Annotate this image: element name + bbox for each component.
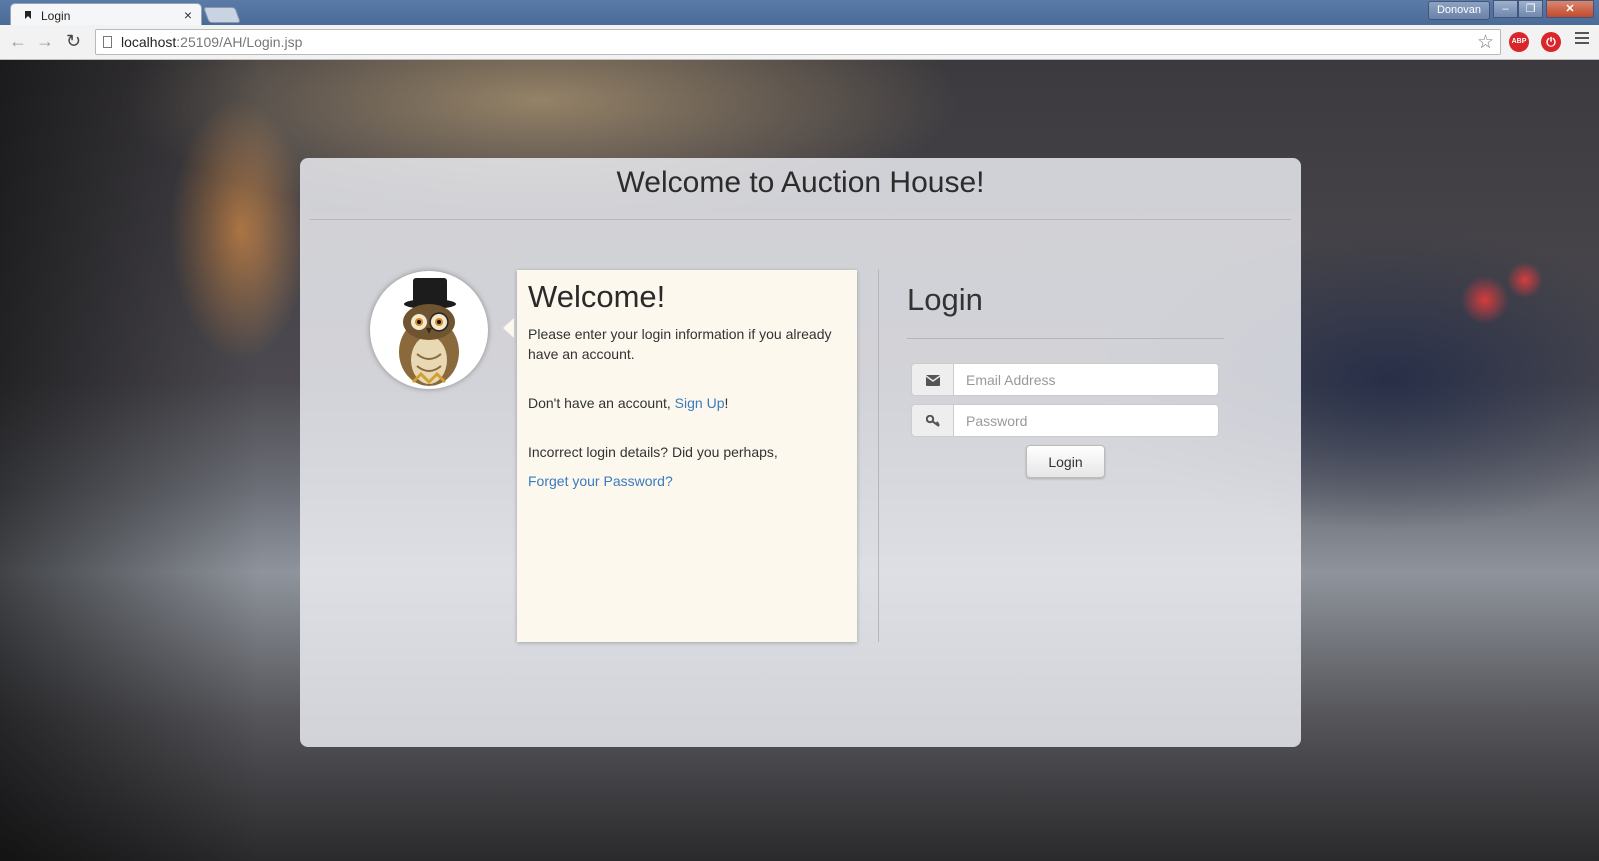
welcome-title: Welcome!: [528, 279, 666, 314]
address-bar[interactable]: localhost:25109/AH/Login.jsp ☆: [95, 29, 1501, 55]
page-viewport: Welcome to Auction House! Welcome! Pleas…: [0, 60, 1599, 861]
bookmark-star-icon[interactable]: ☆: [1477, 31, 1494, 54]
email-field[interactable]: [953, 363, 1219, 396]
login-button[interactable]: Login: [1026, 445, 1105, 478]
sign-up-link[interactable]: Sign Up: [675, 395, 725, 411]
owl-top-hat-icon: [373, 274, 485, 386]
signup-suffix: !: [724, 395, 729, 411]
tab-title: Login: [41, 9, 71, 23]
page-favicon-icon: [25, 11, 31, 19]
tab-close-icon[interactable]: ×: [184, 7, 192, 23]
signup-prefix: Don't have an account,: [528, 395, 675, 411]
page-icon: [103, 36, 112, 48]
url-host: localhost: [121, 34, 177, 50]
minimize-button[interactable]: –: [1493, 0, 1518, 18]
address-url: localhost:25109/AH/Login.jsp: [121, 34, 302, 50]
window-titlebar: Login × Donovan – ❐ ✕: [0, 0, 1599, 27]
incorrect-login-text: Incorrect login details? Did you perhaps…: [528, 444, 778, 460]
forward-button[interactable]: →: [36, 31, 54, 52]
password-input-group: [911, 404, 1219, 437]
forgot-password-link[interactable]: Forget your Password?: [528, 473, 673, 489]
close-window-button[interactable]: ✕: [1546, 0, 1594, 18]
speech-bubble-arrow: [503, 318, 514, 338]
adblock-plus-icon[interactable]: ABP: [1509, 32, 1529, 52]
welcome-intro: Please enter your login information if y…: [528, 326, 832, 362]
password-field[interactable]: [953, 404, 1219, 437]
email-input-group: [911, 363, 1219, 396]
power-extension-icon[interactable]: ⏻: [1541, 32, 1561, 52]
main-panel: Welcome to Auction House! Welcome! Pleas…: [300, 158, 1301, 747]
url-path: :25109/AH/Login.jsp: [176, 34, 303, 50]
chrome-menu-icon[interactable]: [1575, 32, 1589, 47]
login-title: Login: [907, 282, 983, 317]
envelope-icon: [911, 363, 954, 396]
reload-button[interactable]: ↻: [66, 31, 81, 52]
tab-login[interactable]: Login ×: [10, 3, 202, 27]
heading-divider: [310, 219, 1291, 220]
welcome-card: Welcome! Please enter your login informa…: [517, 270, 857, 642]
back-button[interactable]: ←: [9, 31, 27, 52]
owl-avatar: [370, 271, 488, 389]
key-icon: [911, 404, 954, 437]
profile-button[interactable]: Donovan: [1428, 1, 1490, 20]
page-title: Welcome to Auction House!: [616, 166, 985, 199]
login-divider: [907, 338, 1224, 339]
vertical-divider: [878, 270, 879, 642]
signup-line: Don't have an account, Sign Up!: [528, 393, 846, 413]
new-tab-button[interactable]: [203, 7, 241, 23]
browser-toolbar: ← → ↻ localhost:25109/AH/Login.jsp ☆ ABP…: [0, 25, 1599, 60]
restore-button[interactable]: ❐: [1518, 0, 1543, 18]
